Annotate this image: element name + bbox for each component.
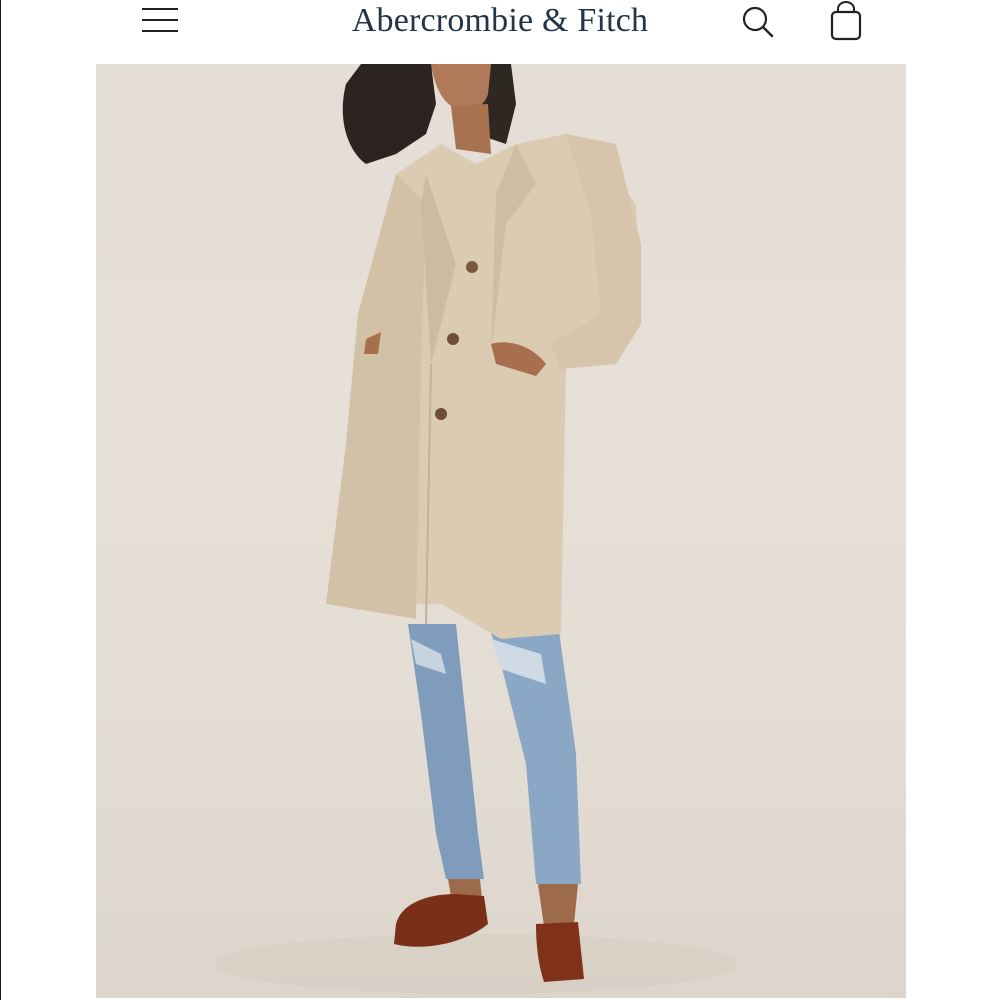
model-photo [216, 64, 736, 994]
shopping-bag-icon[interactable] [828, 0, 864, 42]
product-image[interactable] [96, 64, 906, 998]
search-icon[interactable] [740, 4, 776, 40]
hamburger-menu-icon[interactable] [140, 4, 180, 36]
brand-logo[interactable]: Abercrombie & Fitch [300, 0, 700, 44]
frame-border [0, 0, 1, 1000]
